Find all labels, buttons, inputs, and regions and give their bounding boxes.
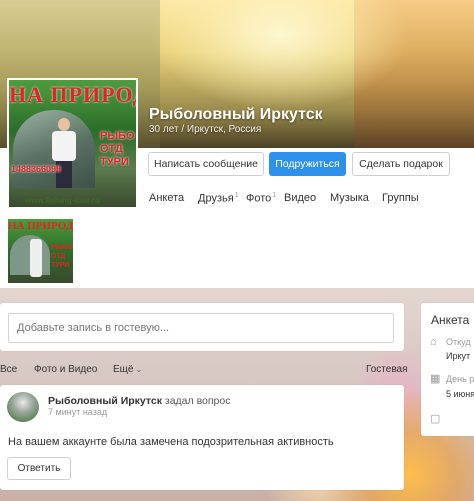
from-value[interactable]: Иркут <box>446 351 470 361</box>
send-message-button[interactable]: Написать сообщение <box>148 152 264 176</box>
profile-name[interactable]: Рыболовный Иркутск <box>149 106 323 124</box>
add-friend-button[interactable]: Подружиться <box>269 152 346 176</box>
tab-label: Видео <box>284 192 317 204</box>
profile-info-card: Анкета ⌂ Откуд Иркут ▦ День р 5 июня ▢ <box>421 303 474 436</box>
guestbook-card <box>0 303 404 351</box>
from-label: Откуд <box>446 337 471 347</box>
avatar-person <box>49 118 79 188</box>
home-icon: ⌂ <box>430 336 437 348</box>
tab-label: Музыка <box>330 192 369 204</box>
thumbnail-person <box>30 239 42 277</box>
birthday-label: День р <box>446 374 474 384</box>
tab-video[interactable]: Видео <box>284 192 316 204</box>
info-icon: ▢ <box>430 413 441 425</box>
filter-all[interactable]: Все <box>0 364 17 375</box>
tab-music[interactable]: Музыка <box>330 192 369 204</box>
filter-photo-video[interactable]: Фото и Видео <box>34 364 97 375</box>
photo-thumbnail[interactable]: НА ПРИРОДЕ РЫБО ОТД ТУРИ <box>8 219 73 283</box>
profile-subtitle: 30 лет / Иркутск, Россия <box>149 124 262 135</box>
post-timestamp[interactable]: 7 минут назад <box>48 407 107 417</box>
post-action: задал вопрос <box>164 395 231 407</box>
post-header: Рыболовный Иркутск задал вопрос <box>48 395 231 407</box>
thumbnail-banner-text: НА ПРИРОДЕ <box>8 220 73 232</box>
tab-label: Группы <box>382 192 419 204</box>
filter-more[interactable]: Ещё ⌄ <box>113 364 142 375</box>
guestbook-input[interactable] <box>8 313 394 343</box>
cover-sunlight <box>150 0 410 110</box>
birthday-value: 5 июня <box>446 389 474 399</box>
tab-count: 1 <box>272 192 277 199</box>
filter-more-label: Ещё <box>113 364 134 375</box>
tab-count: 1 <box>234 192 239 199</box>
chevron-down-icon: ⌄ <box>135 365 143 374</box>
profile-info-title[interactable]: Анкета <box>431 313 469 327</box>
tab-label: Анкета <box>149 192 185 204</box>
tab-profile[interactable]: Анкета <box>149 192 184 204</box>
filter-guestbook[interactable]: Гостевая <box>366 364 408 375</box>
post-author-name[interactable]: Рыболовный Иркутск <box>48 395 162 407</box>
thumbnail-side-text: РЫБО ОТД ТУРИ <box>51 244 73 269</box>
avatar-banner-text: НА ПРИРОДЕ <box>9 82 136 107</box>
tab-label: Фото <box>246 192 272 205</box>
avatar-side-text: РЫБО ОТД ТУРИ <box>100 130 135 168</box>
avatar-site-text: www.fishing-tour.ru <box>25 196 100 205</box>
send-gift-button[interactable]: Сделать подарок <box>352 152 450 176</box>
calendar-icon: ▦ <box>430 373 441 385</box>
reply-button[interactable]: Ответить <box>7 457 71 480</box>
post-author-avatar[interactable] <box>7 392 39 422</box>
tab-groups[interactable]: Группы <box>382 192 419 204</box>
avatar-phone-text: 1488366099 <box>11 164 62 174</box>
profile-avatar[interactable]: НА ПРИРОДЕ РЫБО ОТД ТУРИ 1488366099 www.… <box>7 78 138 209</box>
tab-friends[interactable]: Друзья1 <box>198 192 239 205</box>
post-text: На вашем аккаунте была замечена подозрит… <box>8 436 334 448</box>
feed-post: Рыболовный Иркутск задал вопрос 7 минут … <box>0 385 404 490</box>
tab-photos[interactable]: Фото1 <box>246 192 276 205</box>
tab-label: Друзья <box>198 192 234 205</box>
